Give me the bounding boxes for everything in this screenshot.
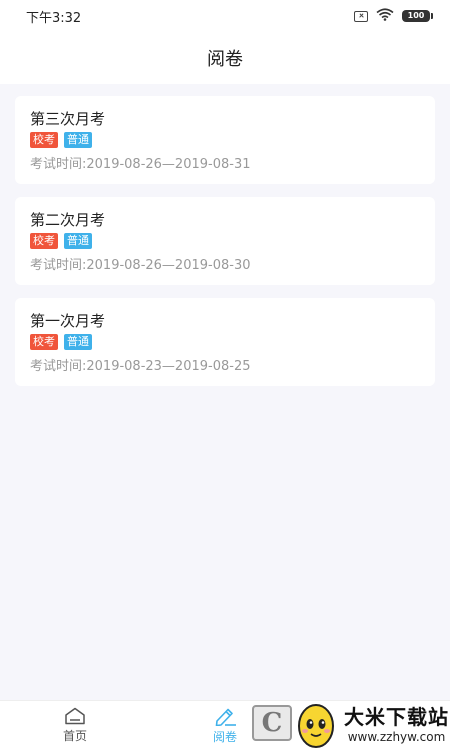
tab-home[interactable]: 首页 [0, 701, 150, 750]
exam-card[interactable]: 第二次月考 校考 普通 考试时间:2019-08-26—2019-08-30 [15, 197, 435, 285]
exam-list: 第三次月考 校考 普通 考试时间:2019-08-26—2019-08-31 第… [15, 96, 435, 399]
status-icons: 100 [354, 7, 433, 25]
wifi-icon [376, 7, 394, 25]
watermark-mascot-icon [296, 697, 336, 749]
watermark-url: www.zzhyw.com [347, 730, 446, 744]
watermark: C 大米下载站 www.zzhyw.com [250, 695, 450, 750]
sim-off-icon [354, 10, 368, 22]
exam-time: 考试时间:2019-08-26—2019-08-30 [30, 258, 251, 273]
tag-normal: 普通 [64, 334, 92, 350]
exam-card[interactable]: 第三次月考 校考 普通 考试时间:2019-08-26—2019-08-31 [15, 96, 435, 184]
page-header: 阅卷 [0, 32, 450, 84]
tab-home-label: 首页 [62, 729, 87, 743]
battery-icon: 100 [402, 10, 433, 22]
home-icon [64, 707, 86, 725]
exam-title: 第二次月考 [30, 211, 106, 229]
tag-normal: 普通 [64, 132, 92, 148]
status-time: 下午3:32 [26, 10, 82, 26]
watermark-box: C [252, 704, 292, 741]
tag-normal: 普通 [64, 233, 92, 249]
status-bar: 下午3:32 100 [0, 0, 450, 32]
pencil-icon [213, 706, 237, 726]
exam-time: 考试时间:2019-08-23—2019-08-25 [30, 359, 251, 374]
tag-school-exam: 校考 [30, 233, 58, 249]
tag-school-exam: 校考 [30, 334, 58, 350]
exam-card[interactable]: 第一次月考 校考 普通 考试时间:2019-08-23—2019-08-25 [15, 298, 435, 386]
exam-title: 第一次月考 [30, 312, 106, 330]
exam-tags: 校考 普通 [30, 233, 420, 251]
exam-tags: 校考 普通 [30, 334, 420, 352]
page-title: 阅卷 [207, 49, 243, 70]
exam-tags: 校考 普通 [30, 132, 420, 150]
watermark-title: 大米下载站 [344, 705, 449, 729]
tag-school-exam: 校考 [30, 132, 58, 148]
tab-review-label: 阅卷 [212, 730, 237, 744]
exam-time: 考试时间:2019-08-26—2019-08-31 [30, 157, 251, 172]
exam-title: 第三次月考 [30, 110, 106, 128]
watermark-text: 大米下载站 www.zzhyw.com [344, 701, 449, 744]
